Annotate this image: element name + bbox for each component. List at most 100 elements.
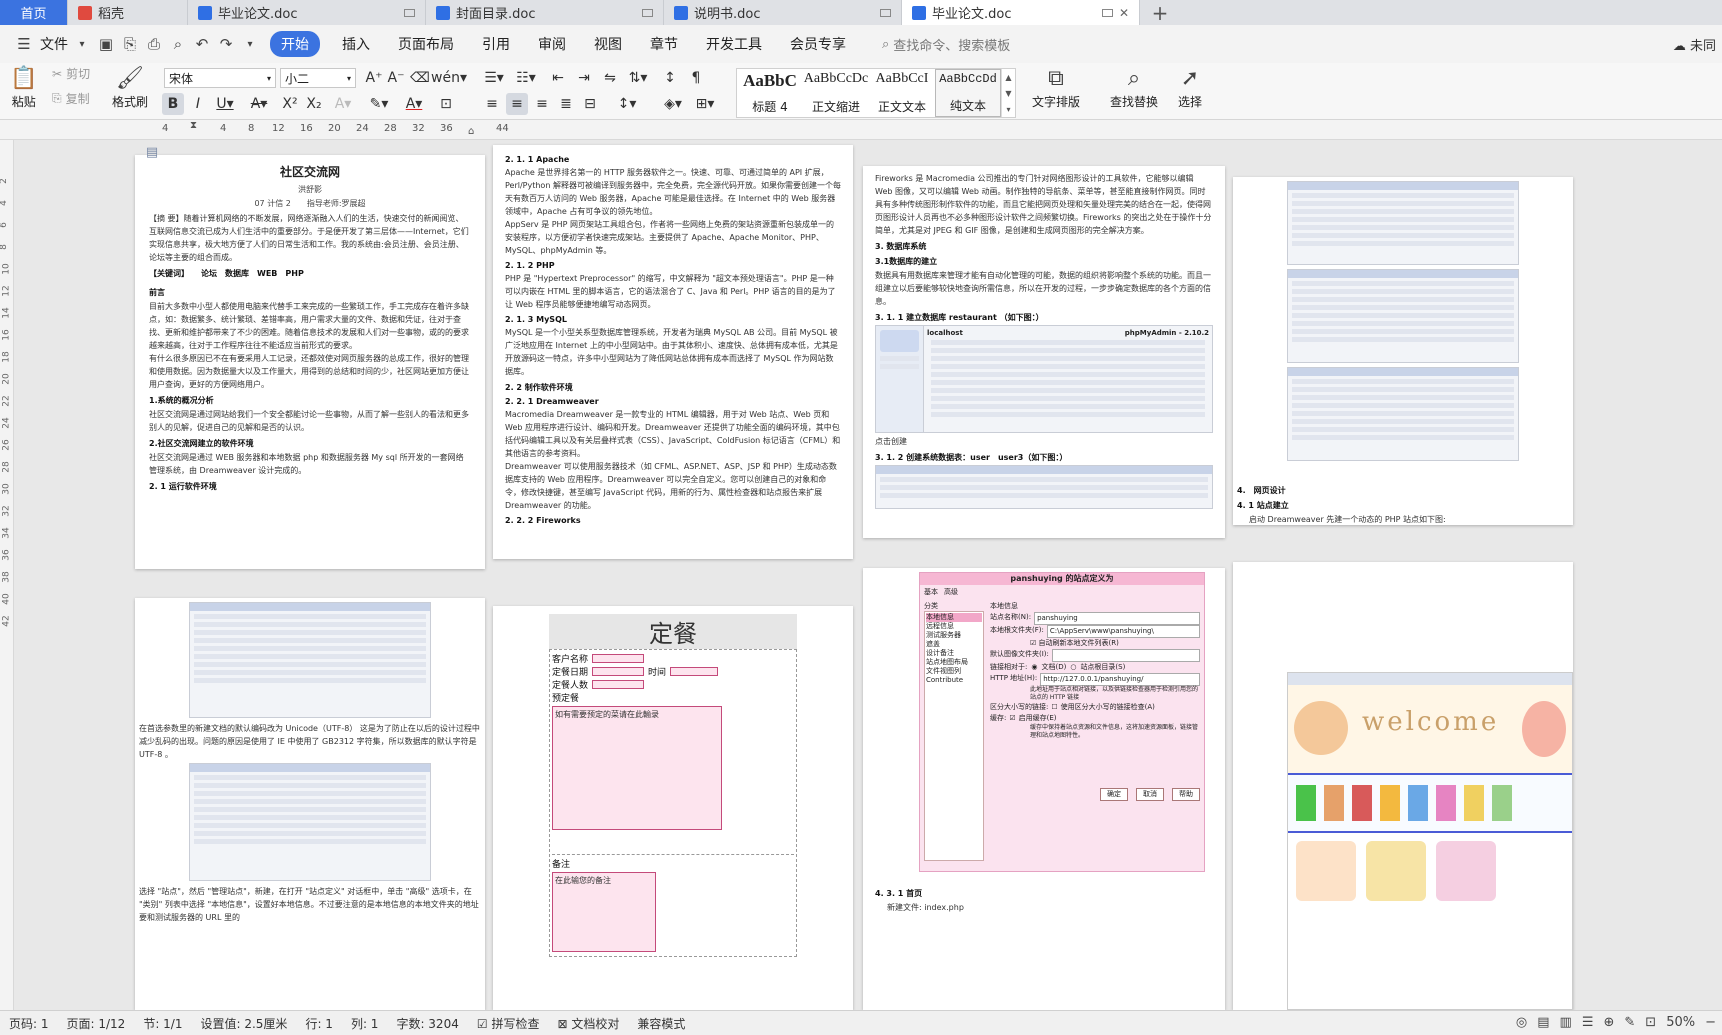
style-plain-text[interactable]: AaBbCcDd 纯文本 — [935, 69, 1001, 117]
sort-icon[interactable]: ↕ — [660, 67, 680, 89]
chevron-up-icon[interactable]: ▲ — [1005, 73, 1011, 82]
document-outline-icon[interactable]: ▤ — [142, 142, 162, 162]
dishes-textarea[interactable]: 如有需要预定的菜请在此輸录 — [552, 706, 722, 830]
hamburger-menu-icon[interactable]: ☰ — [12, 32, 36, 56]
http-address-input[interactable]: http://127.0.0.1/panshuying/ — [1040, 673, 1200, 686]
line-spacing-icon[interactable]: ↕▾ — [614, 93, 640, 115]
spell-check-button[interactable]: ☑ 拼写检查 — [468, 1015, 549, 1032]
category-item[interactable]: 设计备注 — [926, 649, 982, 658]
dialog-tab-advanced[interactable]: 高级 — [944, 587, 958, 597]
category-list[interactable]: 本地信息 远程信息 测试服务器 遮盖 设计备注 站点地图布局 文件视图列 Con… — [924, 611, 984, 861]
decrease-indent-icon[interactable]: ⇤ — [548, 67, 568, 89]
chevron-down-icon[interactable]: ▾ — [238, 32, 262, 56]
style-body-text[interactable]: AaBbCcI 正文文本 — [869, 69, 935, 117]
category-item[interactable]: 本地信息 — [926, 613, 982, 622]
category-item[interactable]: Contribute — [926, 676, 982, 685]
bullet-list-icon[interactable]: ☰▾ — [482, 67, 506, 89]
tab-document[interactable]: 说明书.doc — [664, 0, 902, 25]
close-icon[interactable]: ✕ — [1119, 6, 1129, 20]
print-icon[interactable]: ⎙ — [142, 32, 166, 56]
order-time-input[interactable] — [670, 667, 719, 676]
phonetic-guide-icon[interactable]: wén▾ — [431, 67, 467, 89]
remarks-textarea[interactable]: 在此输您的备注 — [552, 872, 656, 952]
dialog-tab-basic[interactable]: 基本 — [924, 587, 938, 597]
paste-button[interactable]: 📋 粘贴 — [10, 65, 37, 110]
tab-document-active[interactable]: 毕业论文.doc ✕ — [902, 0, 1140, 25]
menu-tab-member[interactable]: 会员专享 — [776, 34, 860, 54]
local-root-input[interactable]: C:\AppServ\www\panshuying\ — [1046, 625, 1200, 638]
style-body-indent[interactable]: AaBbCcDc 正文缩进 — [803, 69, 869, 117]
menu-tab-review[interactable]: 审阅 — [524, 34, 580, 54]
read-view-icon[interactable]: ▥ — [1560, 1015, 1572, 1030]
cut-button[interactable]: ✂ 剪切 — [52, 65, 90, 82]
command-search[interactable]: ⌕ 查找命令、搜索模板 — [882, 35, 1010, 54]
site-name-input[interactable]: panshuying — [1034, 612, 1200, 625]
menu-tab-home[interactable]: 开始 — [270, 31, 320, 57]
underline-icon[interactable]: U▾ — [212, 93, 238, 115]
document-canvas[interactable]: 社区交流网 洪舒影 07 计信 2 指导老师:罗展超 【摘 要】随着计算机网络的… — [14, 140, 1722, 1010]
eye-protection-icon[interactable]: ◎ — [1516, 1015, 1527, 1030]
right-indent-marker-icon[interactable]: ⌂ — [468, 126, 474, 137]
export-icon[interactable]: ⎘ — [118, 32, 142, 56]
category-item[interactable]: 测试服务器 — [926, 631, 982, 640]
align-center-icon[interactable]: ≡ — [506, 93, 528, 115]
tab-document[interactable]: 毕业论文.doc — [188, 0, 426, 25]
undo-icon[interactable]: ↶ — [190, 32, 214, 56]
subscript-icon[interactable]: X₂ — [304, 93, 324, 115]
document-page-6[interactable]: 定餐 客户名称 定餐日期 时间 定餐人数 预定餐 如有需要预定的菜请在此輸录 备注… — [493, 606, 853, 1010]
proofread-button[interactable]: ⊠ 文档校对 — [548, 1015, 628, 1032]
order-date-input[interactable] — [592, 667, 645, 676]
redo-icon[interactable]: ↷ — [214, 32, 238, 56]
style-scroller[interactable]: ▲ ▼ ▾ — [1001, 69, 1015, 117]
party-size-input[interactable] — [592, 680, 645, 689]
align-left-icon[interactable]: ≡ — [482, 93, 502, 115]
radio-icon[interactable]: ◉ — [1031, 662, 1037, 673]
align-right-icon[interactable]: ≡ — [532, 93, 552, 115]
text-direction-icon[interactable]: ⇅▾ — [626, 67, 650, 89]
grow-font-icon[interactable]: A⁺ — [364, 67, 384, 89]
distributed-align-icon[interactable]: ⊟ — [580, 93, 600, 115]
horizontal-ruler[interactable]: 4 4 8 12 16 20 24 28 32 36 44 ⧗ ⌂ — [0, 120, 1722, 140]
font-color-icon[interactable]: A▾ — [400, 93, 428, 115]
menu-tab-page-layout[interactable]: 页面布局 — [384, 34, 468, 54]
font-size-select[interactable]: 小二 ▾ — [280, 68, 356, 88]
style-heading4[interactable]: AaBbC 标题 4 — [737, 69, 803, 117]
chevron-down-icon[interactable]: ▾ — [70, 32, 94, 56]
cloud-sync[interactable]: ☁ 未同 — [1673, 35, 1716, 54]
shading-icon[interactable]: ◈▾ — [660, 93, 686, 115]
find-replace-button[interactable]: ⌕ 查找替换 — [1110, 65, 1158, 110]
document-page-7[interactable]: panshuying 的站点定义为 基本 高级 分类 本地信息 远程信息 测试服务… — [863, 568, 1225, 1010]
checkbox-icon[interactable]: ☑ — [1030, 639, 1036, 647]
document-page-8[interactable]: welcome — [1233, 562, 1573, 1010]
chinese-layout-icon[interactable]: ⇋ — [600, 67, 620, 89]
bold-icon[interactable]: B — [162, 93, 184, 115]
page-number[interactable]: 页码: 1 — [0, 1015, 58, 1032]
tab-home[interactable]: 首页 — [0, 0, 68, 25]
category-item[interactable]: 遮盖 — [926, 640, 982, 649]
italic-icon[interactable]: I — [188, 93, 208, 115]
checkbox-icon[interactable]: ☐ — [1051, 702, 1057, 713]
increase-indent-icon[interactable]: ⇥ — [574, 67, 594, 89]
cancel-button[interactable]: 取消 — [1136, 788, 1164, 801]
borders-icon[interactable]: ⊞▾ — [692, 93, 718, 115]
document-page-5[interactable]: 在首选参数里的新建文档的默认编码改为 Unicode（UTF-8） 这是为了防止… — [135, 598, 485, 1010]
menu-tab-view[interactable]: 视图 — [580, 34, 636, 54]
default-images-input[interactable] — [1051, 649, 1200, 662]
category-item[interactable]: 文件视图列 — [926, 667, 982, 676]
document-page-4[interactable]: 4. 网页设计 4. 1 站点建立 启动 Dreamweaver 先建一个动态的… — [1233, 177, 1573, 525]
menu-tab-references[interactable]: 引用 — [468, 34, 524, 54]
highlight-icon[interactable]: ✎▾ — [364, 93, 394, 115]
word-count[interactable]: 字数: 3204 — [387, 1015, 467, 1032]
chevron-down-icon[interactable]: ▼ — [1005, 89, 1011, 98]
print-preview-icon[interactable]: ⌕ — [166, 32, 190, 56]
document-page-1[interactable]: 社区交流网 洪舒影 07 计信 2 指导老师:罗展超 【摘 要】随着计算机网络的… — [135, 155, 485, 569]
indent-marker-icon[interactable]: ⧗ — [190, 120, 197, 131]
text-effect-icon[interactable]: A▾ — [330, 93, 356, 115]
tab-docer[interactable]: 稻壳 — [68, 0, 188, 25]
page-view-icon[interactable]: ▤ — [1537, 1015, 1549, 1030]
category-item[interactable]: 远程信息 — [926, 622, 982, 631]
char-border-icon[interactable]: ⊡ — [436, 93, 456, 115]
save-icon[interactable]: ▣ — [94, 32, 118, 56]
category-item[interactable]: 站点地图布局 — [926, 658, 982, 667]
document-page-2[interactable]: 2. 1. 1 Apache Apache 是世界排名第一的 HTTP 服务器软… — [493, 145, 853, 559]
